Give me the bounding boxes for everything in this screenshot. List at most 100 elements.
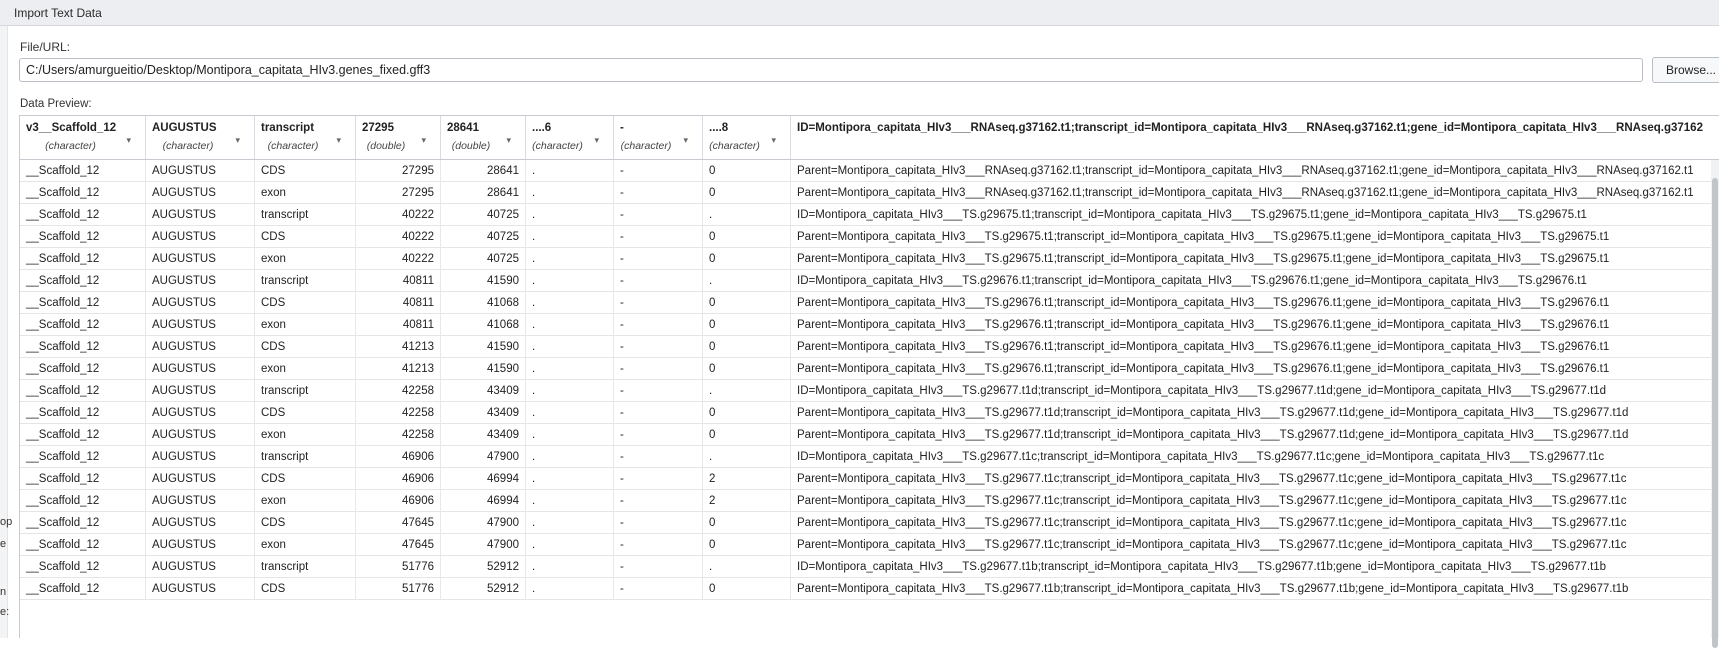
background-text-fragment: e (0, 538, 7, 550)
table-cell: . (526, 160, 614, 182)
table-cell: exon (255, 534, 356, 556)
table-cell: AUGUSTUS (146, 204, 255, 226)
column-header[interactable]: AUGUSTUS (character) ▾ (146, 116, 255, 159)
column-type: (character) (45, 140, 96, 152)
table-cell: - (614, 248, 703, 270)
table-cell: Parent=Montipora_capitata_HIv3___TS.g296… (791, 578, 1719, 600)
table-cell: . (526, 314, 614, 336)
table-cell: exon (255, 314, 356, 336)
table-row: __Scaffold_12 AUGUSTUS CDS 40222 40725. -0 Par… (20, 226, 1719, 248)
table-cell: - (614, 358, 703, 380)
table-cell: 51776 (356, 556, 441, 578)
table-cell: 0 (703, 424, 791, 446)
table-cell: 40222 (356, 248, 441, 270)
table-cell: 27295 (356, 182, 441, 204)
table-cell: 0 (703, 578, 791, 600)
table-cell: exon (255, 424, 356, 446)
table-cell: . (526, 468, 614, 490)
vertical-scrollbar[interactable] (1711, 160, 1719, 648)
table-cell: 41590 (441, 336, 526, 358)
table-cell: __Scaffold_12 (20, 556, 146, 578)
column-type-dropdown-icon[interactable]: ▾ (506, 135, 511, 146)
column-name: v3__Scaffold_12 (26, 122, 117, 134)
table-cell: AUGUSTUS (146, 424, 255, 446)
table-cell: 41068 (441, 314, 526, 336)
column-header[interactable]: ID=Montipora_capitata_HIv3___RNAseq.g371… (791, 116, 1719, 159)
table-cell: - (614, 226, 703, 248)
table-cell: . (526, 270, 614, 292)
column-header[interactable]: 27295 (double) ▾ (356, 116, 441, 159)
table-cell: 43409 (441, 424, 526, 446)
table-cell: 0 (703, 358, 791, 380)
column-type-dropdown-icon[interactable]: ▾ (126, 135, 131, 146)
table-cell: - (614, 160, 703, 182)
table-cell: CDS (255, 402, 356, 424)
table-cell: 47645 (356, 534, 441, 556)
column-name: ....6 (532, 122, 552, 134)
table-cell: 46906 (356, 490, 441, 512)
table-cell: CDS (255, 160, 356, 182)
table-cell: 41213 (356, 358, 441, 380)
column-type-dropdown-icon[interactable]: ▾ (683, 135, 688, 146)
table-cell: . (703, 380, 791, 402)
file-url-input[interactable] (19, 58, 1643, 82)
table-cell: __Scaffold_12 (20, 182, 146, 204)
table-row: __Scaffold_12 AUGUSTUS exon 27295 28641. -0 Pa… (20, 182, 1719, 204)
column-header[interactable]: ....8 (character) ▾ (703, 116, 791, 159)
table-cell: AUGUSTUS (146, 226, 255, 248)
table-row: __Scaffold_12 AUGUSTUS CDS 47645 47900. -0 Par… (20, 512, 1719, 534)
table-row: __Scaffold_12 AUGUSTUS transcript 46906 4790… (20, 446, 1719, 468)
column-header[interactable]: ....6 (character) ▾ (526, 116, 614, 159)
table-cell: - (614, 402, 703, 424)
column-header[interactable]: - (character) ▾ (614, 116, 703, 159)
table-cell: Parent=Montipora_capitata_HIv3___TS.g296… (791, 226, 1719, 248)
table-cell: . (703, 446, 791, 468)
table-cell: ID=Montipora_capitata_HIv3___TS.g29677.t… (791, 380, 1719, 402)
table-cell: Parent=Montipora_capitata_HIv3___TS.g296… (791, 512, 1719, 534)
table-cell: 46994 (441, 490, 526, 512)
table-cell: 52912 (441, 578, 526, 600)
column-header[interactable]: 28641 (double) ▾ (441, 116, 526, 159)
table-row: __Scaffold_12 AUGUSTUS exon 47645 47900. -0 Pa… (20, 534, 1719, 556)
browse-button[interactable]: Browse... (1652, 57, 1719, 83)
table-cell: transcript (255, 204, 356, 226)
column-type-dropdown-icon[interactable]: ▾ (594, 135, 599, 146)
column-type-dropdown-icon[interactable]: ▾ (421, 135, 426, 146)
table-cell: 0 (703, 248, 791, 270)
table-cell: . (703, 270, 791, 292)
column-type: (character) (267, 140, 319, 152)
table-cell: Parent=Montipora_capitata_HIv3___TS.g296… (791, 292, 1719, 314)
column-header[interactable]: transcript (character) ▾ (255, 116, 356, 159)
file-url-label: File/URL: (20, 40, 71, 54)
table-cell: 42258 (356, 402, 441, 424)
column-type-dropdown-icon[interactable]: ▾ (235, 135, 240, 146)
table-cell: 43409 (441, 402, 526, 424)
column-type: (character) (532, 140, 583, 152)
table-cell: - (614, 512, 703, 534)
table-cell: 40725 (441, 248, 526, 270)
table-cell: Parent=Montipora_capitata_HIv3___TS.g296… (791, 402, 1719, 424)
table-cell: ID=Montipora_capitata_HIv3___TS.g29675.t… (791, 204, 1719, 226)
table-row: __Scaffold_12 AUGUSTUS transcript 42258 4340… (20, 380, 1719, 402)
table-cell: AUGUSTUS (146, 248, 255, 270)
column-type-dropdown-icon[interactable]: ▾ (771, 135, 776, 146)
table-cell: 0 (703, 182, 791, 204)
table-cell: exon (255, 182, 356, 204)
table-cell: - (614, 182, 703, 204)
table-cell: 40811 (356, 314, 441, 336)
table-row: __Scaffold_12 AUGUSTUS CDS 51776 52912. -0 Par… (20, 578, 1719, 600)
column-name: transcript (261, 122, 315, 134)
table-cell: - (614, 424, 703, 446)
table-cell: 2 (703, 490, 791, 512)
table-row: __Scaffold_12 AUGUSTUS CDS 46906 46994. -2 Par… (20, 468, 1719, 490)
background-window-edge: op e n e: (0, 26, 12, 638)
table-cell: AUGUSTUS (146, 402, 255, 424)
table-cell: 40222 (356, 226, 441, 248)
column-type-dropdown-icon[interactable]: ▾ (336, 135, 341, 146)
column-header[interactable]: v3__Scaffold_12 (character) ▾ (20, 116, 146, 159)
table-cell: AUGUSTUS (146, 578, 255, 600)
scrollbar-thumb[interactable] (1712, 178, 1718, 648)
table-cell: __Scaffold_12 (20, 160, 146, 182)
table-cell: __Scaffold_12 (20, 336, 146, 358)
table-cell: - (614, 336, 703, 358)
